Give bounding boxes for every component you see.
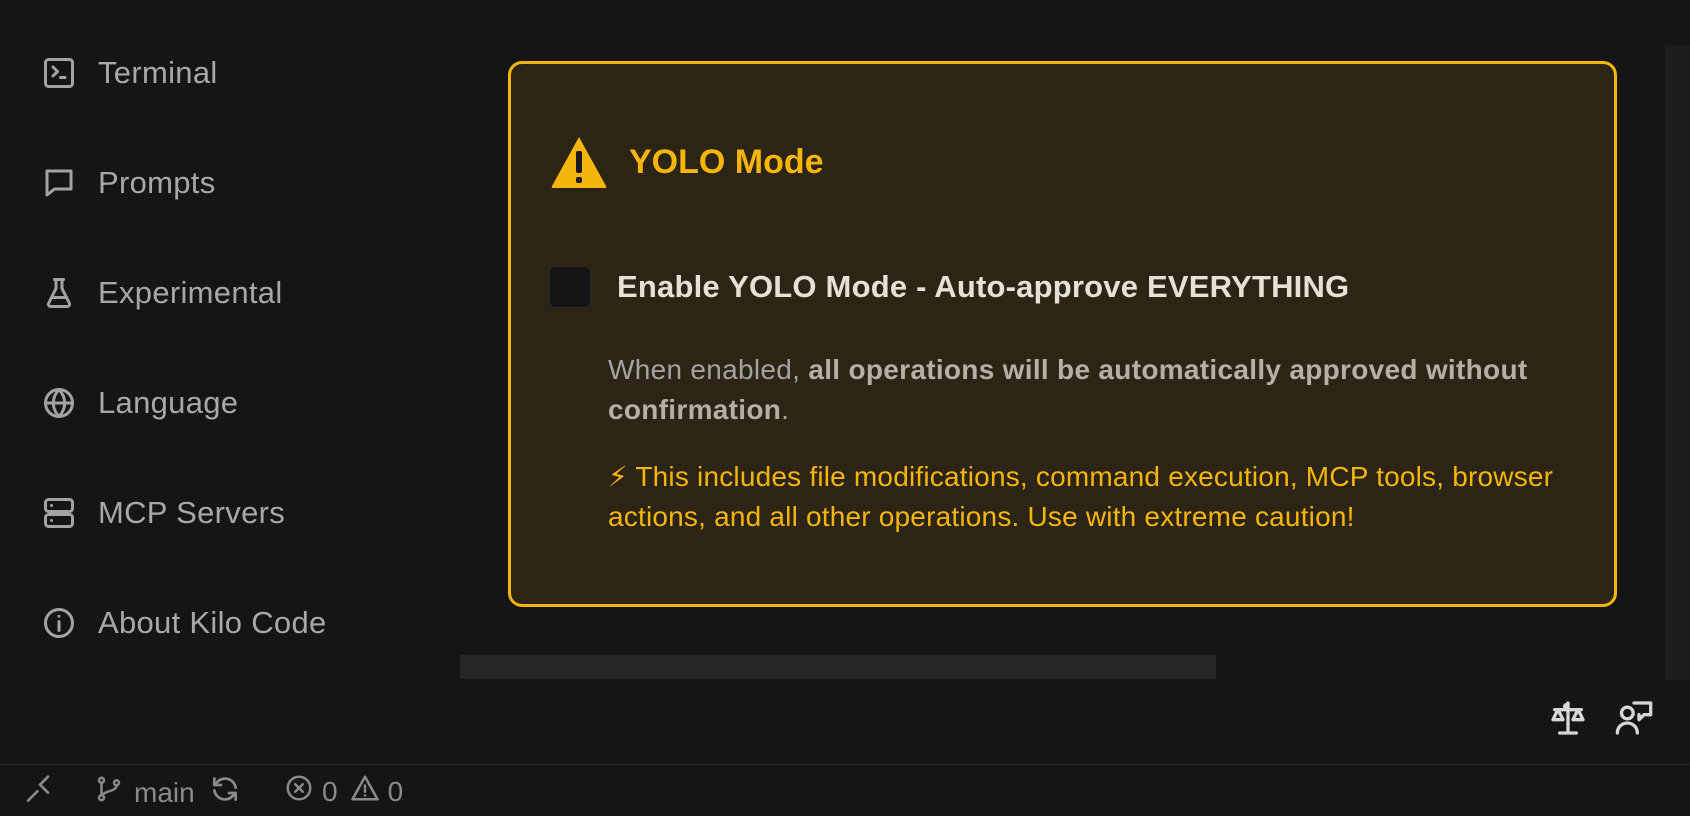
error-count: 0	[322, 775, 338, 807]
sidebar-item-label: MCP Servers	[98, 495, 286, 530]
settings-main: YOLO Mode Enable YOLO Mode - Auto-approv…	[460, 0, 1665, 680]
info-icon	[40, 604, 78, 642]
description-text: When enabled,	[608, 354, 809, 385]
sync-icon[interactable]	[209, 773, 241, 812]
remote-indicator-icon[interactable]	[24, 774, 56, 806]
warning-small-icon	[350, 773, 380, 810]
error-icon	[284, 773, 314, 810]
settings-view: Terminal Prompts Experimental Language M…	[0, 0, 1690, 816]
scale-icon[interactable]	[1548, 698, 1588, 738]
settings-sidebar: Terminal Prompts Experimental Language M…	[0, 0, 460, 760]
lightning-icon: ⚡	[608, 461, 628, 492]
git-branch-icon	[94, 774, 124, 811]
sidebar-item-label: Language	[98, 385, 239, 420]
sidebar-item-label: Prompts	[98, 165, 216, 200]
sidebar-item-language[interactable]: Language	[40, 373, 238, 433]
problems-indicator[interactable]: 0 0	[284, 773, 415, 810]
description-suffix: .	[781, 394, 790, 425]
feedback-person-icon[interactable]	[1614, 698, 1654, 738]
sidebar-item-about[interactable]: About Kilo Code	[40, 593, 327, 653]
caution-text: This includes file modifications, comman…	[608, 461, 1554, 532]
sidebar-item-prompts[interactable]: Prompts	[40, 153, 216, 213]
terminal-icon	[40, 54, 78, 92]
server-icon	[40, 494, 78, 532]
yolo-mode-header: YOLO Mode	[549, 134, 824, 190]
branch-name: main	[134, 776, 195, 808]
yolo-mode-toggle-label: Enable YOLO Mode - Auto-approve EVERYTHI…	[617, 269, 1350, 304]
sidebar-item-terminal[interactable]: Terminal	[40, 43, 218, 103]
sidebar-item-label: About Kilo Code	[98, 605, 327, 640]
sidebar-item-experimental[interactable]: Experimental	[40, 263, 283, 323]
sidebar-item-label: Experimental	[98, 275, 283, 310]
yolo-mode-toggle[interactable]: Enable YOLO Mode - Auto-approve EVERYTHI…	[549, 266, 1349, 308]
panel-actions	[1548, 698, 1654, 738]
branch-indicator[interactable]: main	[94, 773, 241, 812]
yolo-mode-title: YOLO Mode	[629, 142, 824, 181]
yolo-mode-checkbox[interactable]	[549, 266, 591, 308]
sidebar-item-mcp-servers[interactable]: MCP Servers	[40, 483, 285, 543]
vertical-scrollbar[interactable]	[1665, 45, 1690, 680]
warning-count: 0	[387, 775, 404, 807]
sidebar-item-label: Terminal	[98, 55, 218, 90]
yolo-mode-description: When enabled, all operations will be aut…	[608, 350, 1568, 430]
chat-icon	[40, 164, 78, 202]
yolo-mode-card: YOLO Mode Enable YOLO Mode - Auto-approv…	[508, 61, 1617, 607]
globe-icon	[40, 384, 78, 422]
warning-icon	[549, 134, 609, 190]
status-bar: main 0 0	[0, 764, 1690, 816]
yolo-mode-caution: ⚡ This includes file modifications, comm…	[608, 457, 1568, 537]
flask-icon	[40, 274, 78, 312]
horizontal-scrollbar[interactable]	[460, 655, 1216, 679]
